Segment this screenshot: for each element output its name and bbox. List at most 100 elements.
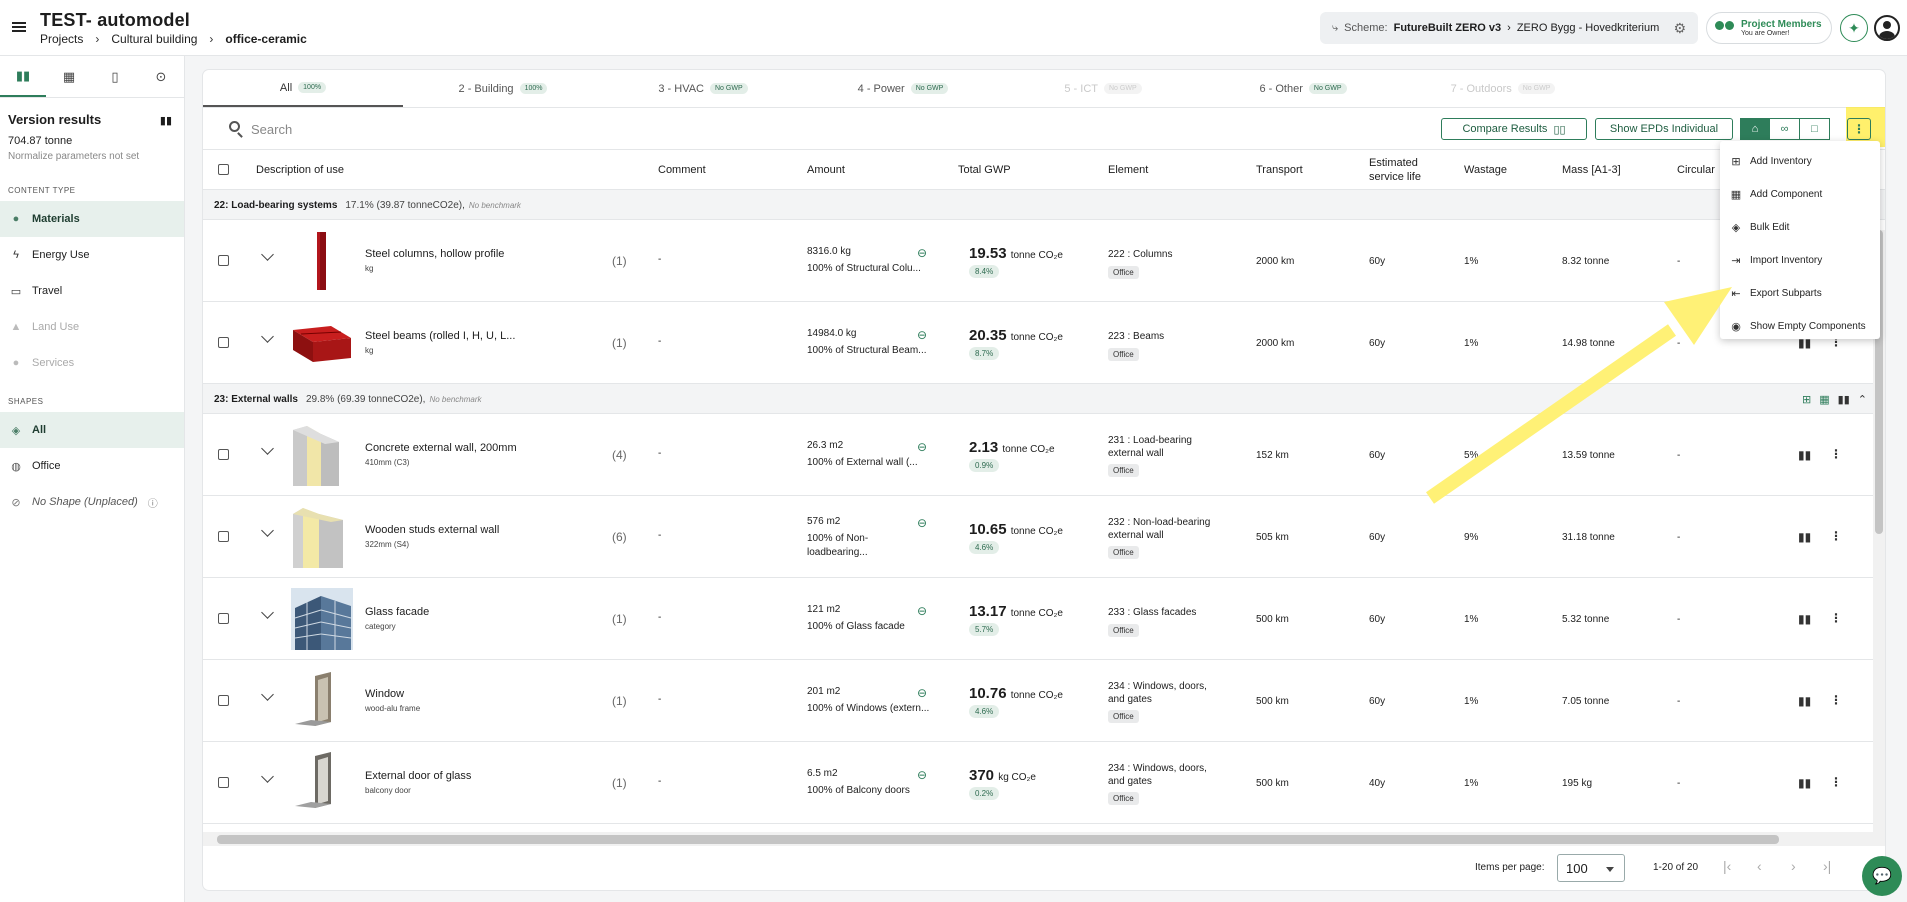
bar-chart-icon[interactable]: ▮▮ <box>160 114 172 127</box>
row-checkbox[interactable] <box>218 449 229 460</box>
sidebar-item-land-use[interactable]: ▲ Land Use <box>0 309 184 345</box>
sidebar-item-materials[interactable]: ● Materials <box>0 201 184 237</box>
menu-item-bulk-edit[interactable]: ◈ Bulk Edit <box>1720 211 1880 244</box>
search-input[interactable] <box>251 118 651 140</box>
tab-ict[interactable]: 5 - ICT No GWP <box>1003 70 1203 107</box>
square-icon[interactable]: □ <box>1800 118 1830 140</box>
chevron-down-icon[interactable] <box>261 770 274 783</box>
project-members-button[interactable]: Project Members You are Owner! <box>1706 12 1832 44</box>
table-row[interactable]: Steel columns, hollow profile kg (1) - 8… <box>203 220 1885 302</box>
menu-item-add-component[interactable]: ▦ Add Component <box>1720 178 1880 211</box>
table-row[interactable]: Glass facade category (1) - 121 m2 ⊖ 100… <box>203 578 1885 660</box>
tab-outdoors[interactable]: 7 - Outdoors No GWP <box>1403 70 1603 107</box>
show-epds-button[interactable]: Show EPDs Individual <box>1595 118 1733 140</box>
col-element[interactable]: Element <box>1108 164 1148 176</box>
scheme-selector[interactable]: ⤷ Scheme: FutureBuilt ZERO v3 › ZERO Byg… <box>1320 12 1698 44</box>
chevron-up-icon[interactable]: ⌃ <box>1858 393 1867 406</box>
prev-page-icon[interactable]: ‹ <box>1757 858 1762 874</box>
chat-icon[interactable]: 💬 <box>1862 856 1902 896</box>
select-all-checkbox[interactable] <box>218 164 229 175</box>
row-checkbox[interactable] <box>218 531 229 542</box>
first-page-icon[interactable]: |‹ <box>1723 858 1731 874</box>
info-icon[interactable]: ⓘ <box>148 495 158 510</box>
bar-chart-icon[interactable]: ▮▮ <box>1798 448 1811 462</box>
sidebar-item-services[interactable]: ● Services <box>0 345 184 381</box>
row-checkbox[interactable] <box>218 337 229 348</box>
col-amount[interactable]: Amount <box>807 164 845 176</box>
building-icon[interactable]: ⌂ <box>1740 118 1770 140</box>
horizontal-scrollbar[interactable] <box>203 832 1885 846</box>
bar-chart-icon[interactable]: ▮▮ <box>1798 612 1811 626</box>
more-vert-icon[interactable]: ⋮ <box>1830 611 1842 625</box>
target-icon[interactable]: ⊙ <box>138 56 184 97</box>
items-per-page-select[interactable]: 100 <box>1557 854 1625 882</box>
sidebar-item-no-shape[interactable]: ⊘ No Shape (Unplaced) ⓘ <box>0 484 184 520</box>
menu-item-add-inventory[interactable]: ⊞ Add Inventory <box>1720 145 1880 178</box>
link-icon[interactable]: ∞ <box>1770 118 1800 140</box>
chevron-down-icon[interactable] <box>261 688 274 701</box>
more-vert-icon[interactable]: ⋮ <box>1830 693 1842 707</box>
more-options-button[interactable]: ⋮ <box>1847 118 1871 140</box>
sidebar-item-shape-all[interactable]: ◈ All <box>0 412 184 448</box>
sparkle-icon[interactable]: ✦ <box>1840 14 1868 42</box>
more-vert-icon[interactable]: ⋮ <box>1830 775 1842 789</box>
sidebar-item-shape-office[interactable]: ◍ Office <box>0 448 184 484</box>
table-row[interactable]: Steel beams (rolled I, H, U, L... kg (1)… <box>203 302 1885 384</box>
bar-chart-icon[interactable]: ▮▮ <box>1798 530 1811 544</box>
bar-chart-icon[interactable]: ▮▮ <box>1838 393 1850 406</box>
more-vert-icon[interactable]: ⋮ <box>1830 529 1842 543</box>
more-vert-icon[interactable]: ⋮ <box>1830 447 1842 461</box>
grid-add-icon[interactable]: ▦ <box>1819 393 1829 406</box>
sidebar-item-travel[interactable]: ▭ Travel <box>0 273 184 309</box>
sidebar-item-energy-use[interactable]: ϟ Energy Use <box>0 237 184 273</box>
gear-icon[interactable]: ⚙ <box>1673 20 1686 37</box>
group-header[interactable]: 22: Load-bearing systems 17.1% (39.87 ton… <box>203 190 1885 220</box>
menu-item-import-inventory[interactable]: ⇥ Import Inventory <box>1720 244 1880 277</box>
col-comment[interactable]: Comment <box>658 164 706 176</box>
tab-power[interactable]: 4 - Power No GWP <box>803 70 1003 107</box>
col-circularity[interactable]: Circular <box>1677 164 1715 176</box>
menu-icon[interactable] <box>12 22 26 32</box>
row-checkbox[interactable] <box>218 613 229 624</box>
col-service-life[interactable]: Estimated service life <box>1369 156 1421 184</box>
link-icon[interactable]: ⊖ <box>917 246 927 260</box>
chevron-down-icon[interactable] <box>261 524 274 537</box>
chevron-down-icon[interactable] <box>261 248 274 261</box>
tab-building[interactable]: 2 - Building 100% <box>403 70 603 107</box>
col-total-gwp[interactable]: Total GWP <box>958 164 1011 176</box>
tab-hvac[interactable]: 3 - HVAC No GWP <box>603 70 803 107</box>
horizontal-scroll-thumb[interactable] <box>217 835 1779 844</box>
breadcrumb-building[interactable]: Cultural building <box>111 32 197 46</box>
avatar[interactable] <box>1874 15 1900 41</box>
link-icon[interactable]: ⊖ <box>917 604 927 618</box>
table-row[interactable]: Wooden studs external wall 322mm (S4) (6… <box>203 496 1885 578</box>
table-row[interactable]: External door of glass balcony door (1) … <box>203 742 1885 824</box>
document-icon[interactable]: ▯ <box>92 56 138 97</box>
chevron-down-icon[interactable] <box>261 606 274 619</box>
row-checkbox[interactable] <box>218 695 229 706</box>
tab-other[interactable]: 6 - Other No GWP <box>1203 70 1403 107</box>
col-description[interactable]: Description of use <box>256 164 344 176</box>
link-icon[interactable]: ⊖ <box>917 686 927 700</box>
col-wastage[interactable]: Wastage <box>1464 164 1507 176</box>
table-row[interactable]: Window wood-alu frame (1) - 201 m2 ⊖ 100… <box>203 660 1885 742</box>
menu-item-show-empty-components[interactable]: ◉ Show Empty Components <box>1720 310 1880 343</box>
col-mass[interactable]: Mass [A1-3] <box>1562 164 1621 176</box>
col-transport[interactable]: Transport <box>1256 164 1303 176</box>
group-header[interactable]: 23: External walls 29.8% (69.39 tonneCO2e… <box>203 384 1885 414</box>
compare-results-button[interactable]: Compare Results ▯▯ <box>1441 118 1587 140</box>
bar-chart-icon[interactable]: ▮▮ <box>1798 694 1811 708</box>
row-checkbox[interactable] <box>218 255 229 266</box>
last-page-icon[interactable]: ›| <box>1823 858 1831 874</box>
chevron-down-icon[interactable] <box>261 330 274 343</box>
table-icon[interactable]: ▦ <box>46 56 92 97</box>
add-box-icon[interactable]: ⊞ <box>1802 393 1811 406</box>
chart-icon[interactable]: ▮▮ <box>0 56 46 97</box>
breadcrumb-projects[interactable]: Projects <box>40 32 83 46</box>
chevron-down-icon[interactable] <box>261 442 274 455</box>
next-page-icon[interactable]: › <box>1791 858 1796 874</box>
link-icon[interactable]: ⊖ <box>917 516 927 530</box>
row-checkbox[interactable] <box>218 777 229 788</box>
tab-all[interactable]: All 100% <box>203 70 403 107</box>
link-icon[interactable]: ⊖ <box>917 328 927 342</box>
